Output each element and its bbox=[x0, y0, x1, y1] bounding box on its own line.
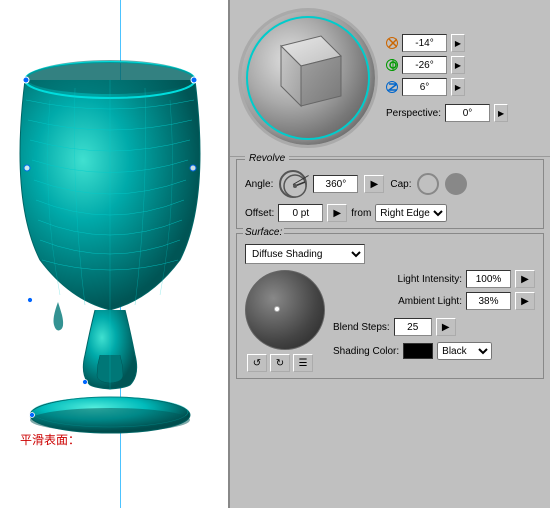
blend-steps-row: Blend Steps: ▶ bbox=[333, 318, 535, 336]
3d-preview-sphere[interactable] bbox=[238, 8, 378, 148]
surface-section: Surface: Diffuse Shading No Shading Plas… bbox=[236, 233, 544, 379]
axis-controls: ▶ ▶ ▶ Perspective: ▶ bbox=[386, 34, 508, 122]
z-axis-icon bbox=[386, 81, 398, 93]
sphere-light-dot bbox=[274, 306, 280, 312]
x-axis-row: ▶ bbox=[386, 34, 508, 52]
blend-steps-input[interactable] bbox=[394, 318, 432, 336]
cap-label: Cap: bbox=[390, 179, 411, 190]
sphere-options-btn[interactable]: ☰ bbox=[293, 354, 313, 372]
surface-dropdown-row: Diffuse Shading No Shading Plastic Shadi… bbox=[245, 244, 535, 264]
light-intensity-label: Light Intensity: bbox=[398, 274, 462, 285]
surface-dropdown[interactable]: Diffuse Shading No Shading Plastic Shadi… bbox=[245, 244, 365, 264]
surface-sphere-preview bbox=[245, 270, 325, 350]
sphere-rotate-left-btn[interactable]: ↺ bbox=[247, 354, 267, 372]
canvas-area: 平滑表面： bbox=[0, 0, 230, 508]
z-axis-row: ▶ bbox=[386, 78, 508, 96]
sphere-preview-container: ↺ ↻ ☰ bbox=[245, 270, 325, 372]
shading-color-label: Shading Color: bbox=[333, 346, 399, 357]
x-axis-arrow[interactable]: ▶ bbox=[451, 34, 465, 52]
y-axis-arrow[interactable]: ▶ bbox=[451, 56, 465, 74]
revolve-section: Revolve Angle: ▶ Cap: Offset: ▶ from bbox=[236, 159, 544, 229]
ambient-light-label: Ambient Light: bbox=[398, 296, 462, 307]
blend-steps-arrow[interactable]: ▶ bbox=[436, 318, 456, 336]
light-intensity-arrow[interactable]: ▶ bbox=[515, 270, 535, 288]
surface-content: ↺ ↻ ☰ Light Intensity: ▶ Ambient Light: … bbox=[245, 270, 535, 372]
z-axis-arrow[interactable]: ▶ bbox=[451, 78, 465, 96]
canvas-background: 平滑表面： bbox=[0, 0, 228, 508]
x-axis-input[interactable] bbox=[402, 34, 447, 52]
angle-arrow-btn[interactable]: ▶ bbox=[364, 175, 384, 193]
light-intensity-row: Light Intensity: ▶ bbox=[333, 270, 535, 288]
perspective-label: Perspective: bbox=[386, 108, 441, 119]
offset-label: Offset: bbox=[245, 208, 274, 219]
angle-label: Angle: bbox=[245, 179, 273, 190]
perspective-input[interactable] bbox=[445, 104, 490, 122]
offset-row: Offset: ▶ from Right Edge Left Edge bbox=[245, 204, 535, 222]
ambient-light-arrow[interactable]: ▶ bbox=[515, 292, 535, 310]
light-intensity-input[interactable] bbox=[466, 270, 511, 288]
goblet-svg bbox=[0, 0, 230, 480]
revolve-title: Revolve bbox=[245, 153, 289, 164]
cap-filled-btn[interactable] bbox=[445, 173, 467, 195]
right-panel: ▶ ▶ ▶ Perspective: ▶ bbox=[230, 0, 550, 508]
shading-color-dropdown[interactable]: Black White Custom bbox=[437, 342, 492, 360]
ambient-light-input[interactable] bbox=[466, 292, 511, 310]
shading-color-row: Shading Color: Black White Custom bbox=[333, 342, 535, 360]
sphere-rotate-right-btn[interactable]: ↻ bbox=[270, 354, 290, 372]
cube-svg bbox=[246, 16, 376, 146]
preview-section: ▶ ▶ ▶ Perspective: ▶ bbox=[230, 0, 550, 157]
ambient-light-row: Ambient Light: ▶ bbox=[333, 292, 535, 310]
offset-input[interactable] bbox=[278, 204, 323, 222]
revolve-angle-row: Angle: ▶ Cap: bbox=[245, 170, 535, 198]
z-axis-input[interactable] bbox=[402, 78, 447, 96]
x-axis-icon bbox=[386, 37, 398, 49]
surface-title: Surface: bbox=[243, 227, 284, 238]
y-axis-row: ▶ bbox=[386, 56, 508, 74]
shading-color-swatch[interactable] bbox=[403, 343, 433, 359]
revolve-circle[interactable] bbox=[279, 170, 307, 198]
from-label: from bbox=[351, 208, 371, 219]
cap-open-btn[interactable] bbox=[417, 173, 439, 195]
canvas-label: 平滑表面： bbox=[20, 431, 80, 448]
sphere-controls: ↺ ↻ ☰ bbox=[245, 354, 325, 372]
y-axis-icon bbox=[386, 59, 398, 71]
perspective-arrow[interactable]: ▶ bbox=[494, 104, 508, 122]
offset-arrow-btn[interactable]: ▶ bbox=[327, 204, 347, 222]
perspective-row: Perspective: ▶ bbox=[386, 104, 508, 122]
blend-steps-label: Blend Steps: bbox=[333, 322, 390, 333]
y-axis-input[interactable] bbox=[402, 56, 447, 74]
from-dropdown[interactable]: Right Edge Left Edge bbox=[375, 204, 447, 222]
angle-input[interactable] bbox=[313, 175, 358, 193]
surface-right-controls: Light Intensity: ▶ Ambient Light: ▶ Blen… bbox=[333, 270, 535, 372]
